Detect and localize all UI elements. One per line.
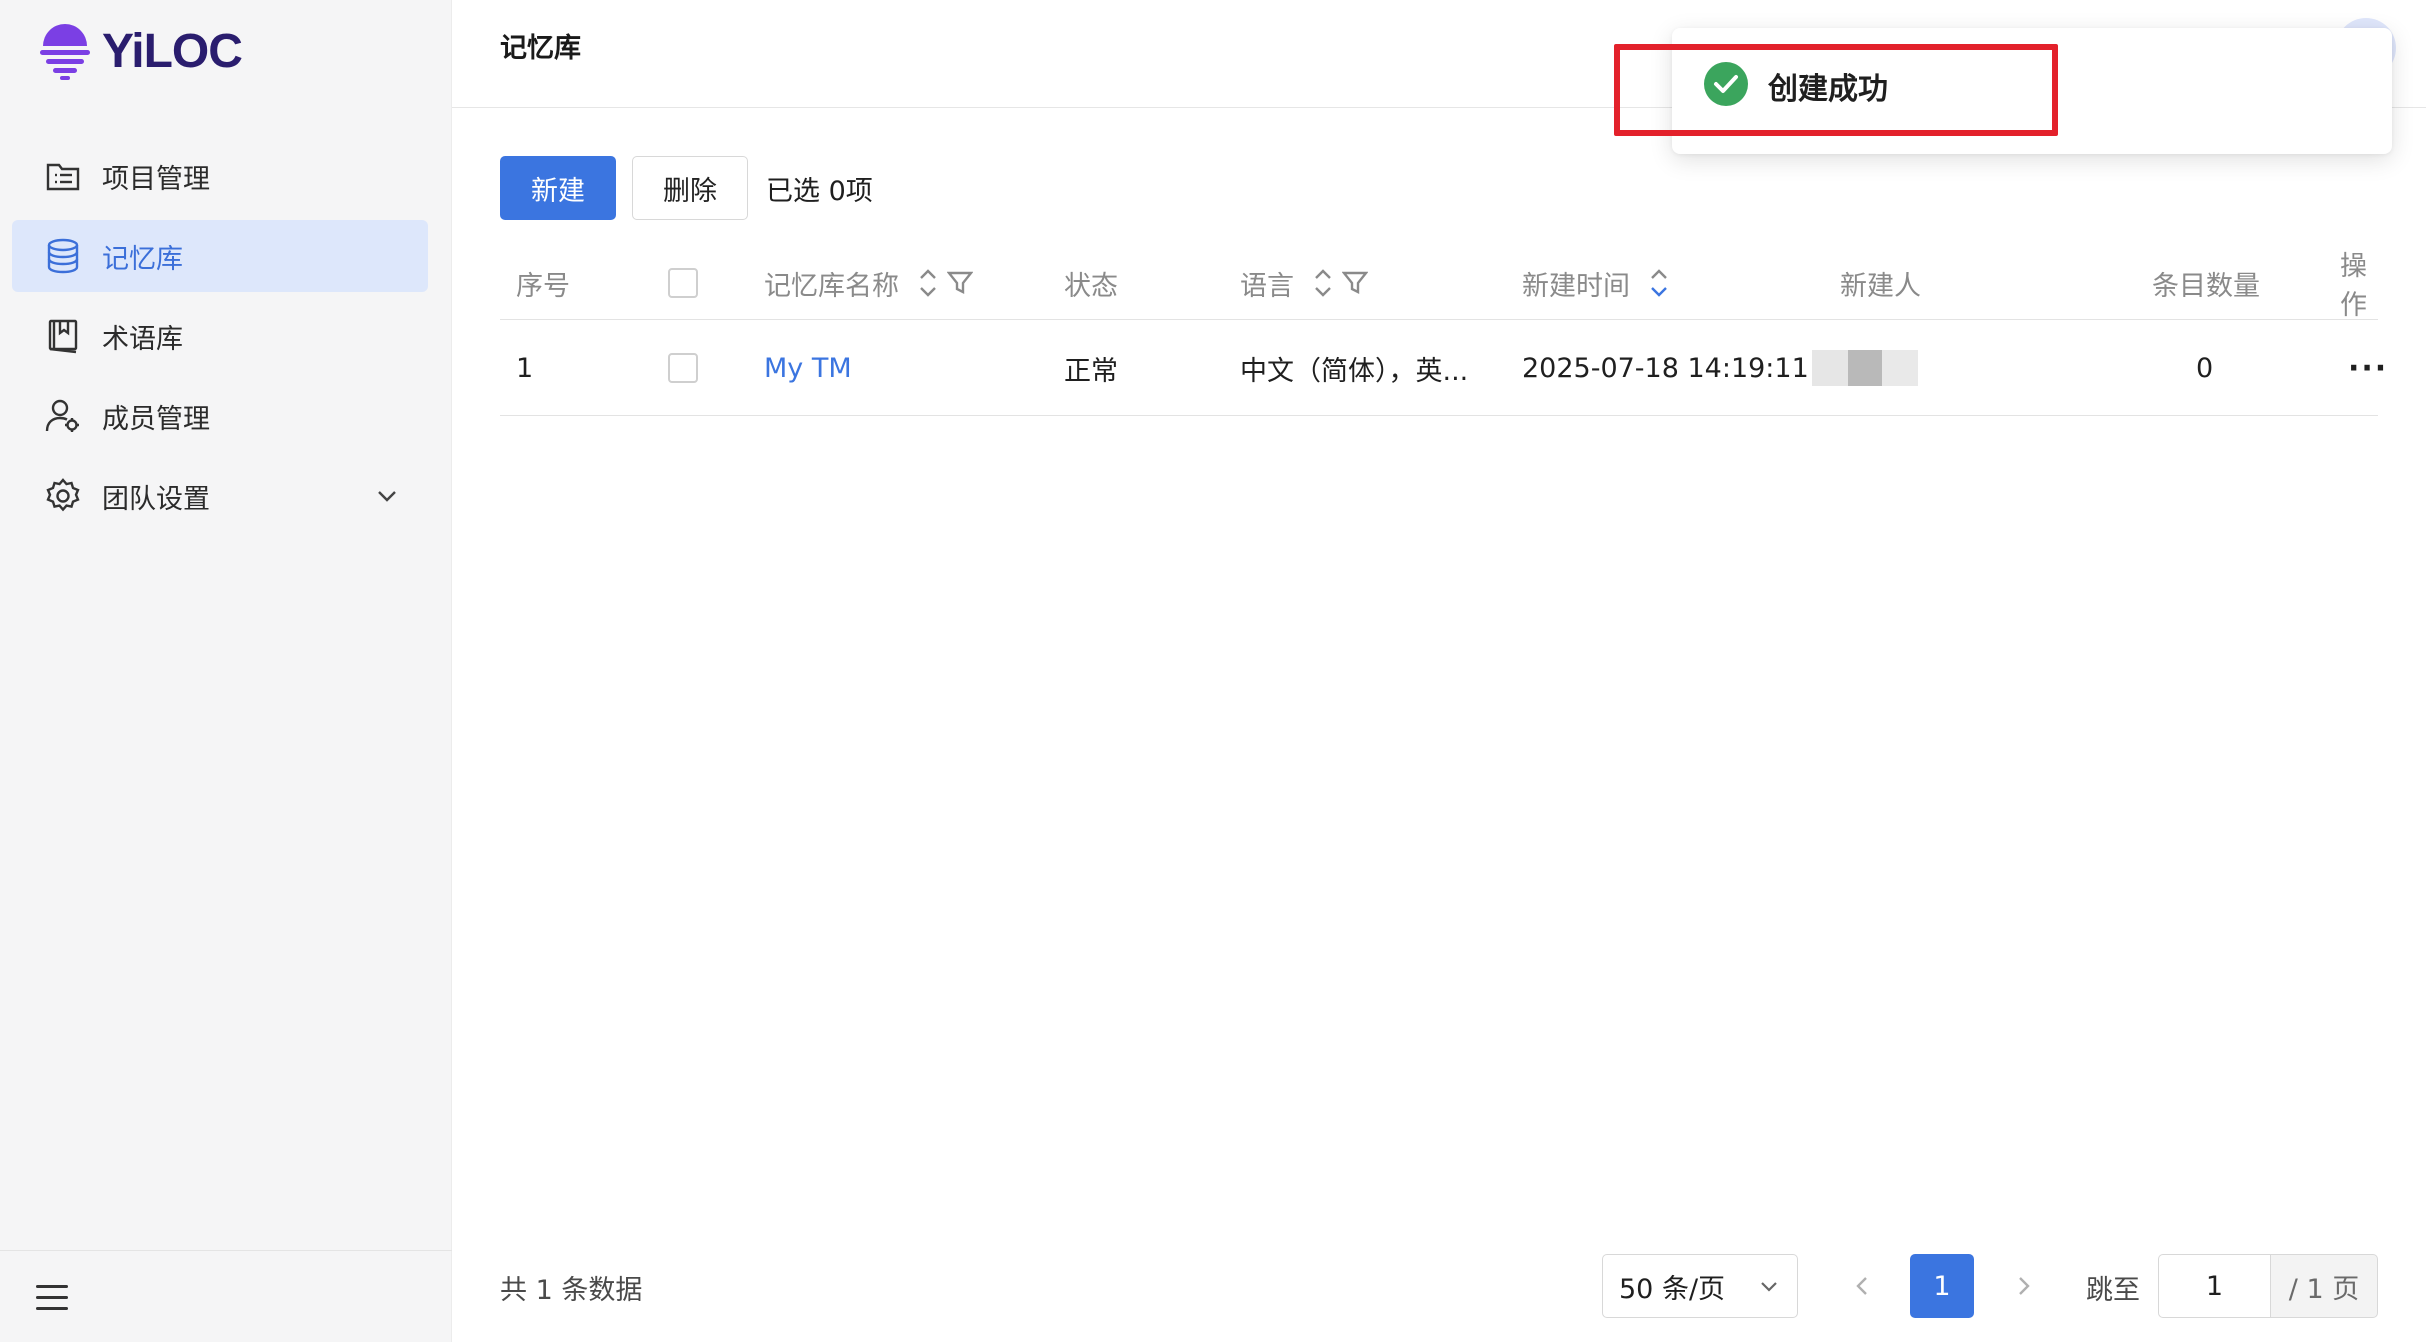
column-header-name: 记忆库名称 [764, 246, 973, 320]
main-content: 记忆库 新建 删除 已选 0项 序号 记忆库名称 状态 语言 新建时间 新建人 … [452, 0, 2426, 1342]
creator-avatar [1812, 350, 1918, 386]
cell-creator [1812, 320, 1918, 416]
total-count: 共 1 条数据 [500, 1275, 643, 1306]
sidebar-item-team-settings[interactable]: 团队设置 [12, 460, 428, 532]
user-settings-icon [44, 397, 82, 435]
cell-language: 中文（简体），英... [1240, 355, 1469, 387]
jump-label: 跳至 [2086, 1275, 2140, 1306]
sidebar-item-tm[interactable]: 记忆库 [12, 220, 428, 292]
selected-count: 已选 0项 [766, 175, 873, 207]
column-header-count: 条目数量 [2152, 270, 2260, 302]
sidebar-item-termbase[interactable]: 术语库 [12, 300, 428, 372]
jump-page-input[interactable] [2158, 1254, 2270, 1318]
page-total-suffix: / 1 页 [2270, 1254, 2378, 1318]
sidebar-footer [0, 1250, 452, 1342]
column-header-language: 语言 [1240, 246, 1368, 320]
sidebar-item-label: 术语库 [102, 323, 183, 355]
logo-mark-icon [40, 24, 90, 80]
sidebar-item-projects[interactable]: 项目管理 [12, 140, 428, 212]
column-header-status: 状态 [1064, 270, 1118, 302]
prev-page-icon[interactable] [1850, 1268, 1874, 1304]
toast-highlight-box [1614, 44, 2058, 136]
logo[interactable]: YiLOC [38, 22, 243, 80]
column-header-label: 记忆库名称 [764, 270, 899, 302]
column-header-created: 新建时间 [1522, 246, 1670, 320]
table-row: 1 My TM 正常 中文（简体），英... 2025-07-18 14:19:… [500, 320, 2386, 416]
menu-toggle-icon[interactable] [36, 1285, 68, 1311]
pagination-footer: 共 1 条数据 50 条/页 1 跳至 / 1 页 [452, 1240, 2426, 1342]
toolbar: 新建 删除 已选 0项 [500, 156, 873, 220]
new-button[interactable]: 新建 [500, 156, 616, 220]
cell-count: 0 [2196, 352, 2214, 384]
sort-desc-icon[interactable] [1648, 263, 1670, 303]
column-header-creator: 新建人 [1840, 270, 1921, 302]
chevron-down-icon [378, 491, 396, 502]
logo-text: YiLOC [102, 24, 243, 78]
page-title: 记忆库 [500, 33, 581, 64]
sidebar-item-label: 项目管理 [102, 163, 210, 195]
cell-status: 正常 [1064, 355, 1118, 387]
sidebar-item-label: 成员管理 [102, 403, 210, 435]
table-header: 序号 记忆库名称 状态 语言 新建时间 新建人 条目数量 操作 [500, 246, 2378, 321]
page-size-label: 50 条/页 [1619, 1273, 1726, 1305]
row-checkbox[interactable] [668, 353, 698, 383]
filter-icon[interactable] [1342, 270, 1368, 296]
gear-icon [44, 477, 82, 515]
select-all-checkbox[interactable] [668, 268, 698, 298]
cell-index: 1 [516, 352, 534, 384]
book-icon [44, 317, 82, 355]
sort-icon[interactable] [1312, 263, 1334, 303]
column-header-index: 序号 [516, 270, 570, 302]
sidebar-item-label: 记忆库 [102, 243, 183, 275]
column-header-label: 语言 [1240, 270, 1294, 302]
delete-button[interactable]: 删除 [632, 156, 748, 220]
tm-name-link[interactable]: My TM [764, 320, 852, 416]
chevron-down-icon [1761, 1282, 1777, 1292]
column-header-label: 新建时间 [1522, 270, 1630, 302]
column-header-select [668, 246, 698, 320]
folder-list-icon [44, 157, 82, 195]
filter-icon[interactable] [947, 270, 973, 296]
sort-icon[interactable] [917, 263, 939, 303]
cell-created: 2025-07-18 14:19:11 [1522, 352, 1809, 384]
sidebar: YiLOC 项目管理 记忆库 术语库 成员管理 团队设置 [0, 0, 452, 1342]
sidebar-item-members[interactable]: 成员管理 [12, 380, 428, 452]
next-page-icon[interactable] [2012, 1268, 2036, 1304]
column-header-actions: 操作 [2340, 251, 2367, 321]
sidebar-item-label: 团队设置 [102, 483, 210, 515]
more-actions-button[interactable]: ··· [2348, 320, 2388, 416]
cell-select [668, 320, 698, 416]
tm-table: 序号 记忆库名称 状态 语言 新建时间 新建人 条目数量 操作 1 My TM … [500, 246, 2386, 416]
sidebar-nav: 项目管理 记忆库 术语库 成员管理 团队设置 [12, 140, 428, 540]
database-icon [44, 237, 82, 275]
page-size-select[interactable]: 50 条/页 [1602, 1254, 1798, 1318]
page-1-button[interactable]: 1 [1910, 1254, 1974, 1318]
